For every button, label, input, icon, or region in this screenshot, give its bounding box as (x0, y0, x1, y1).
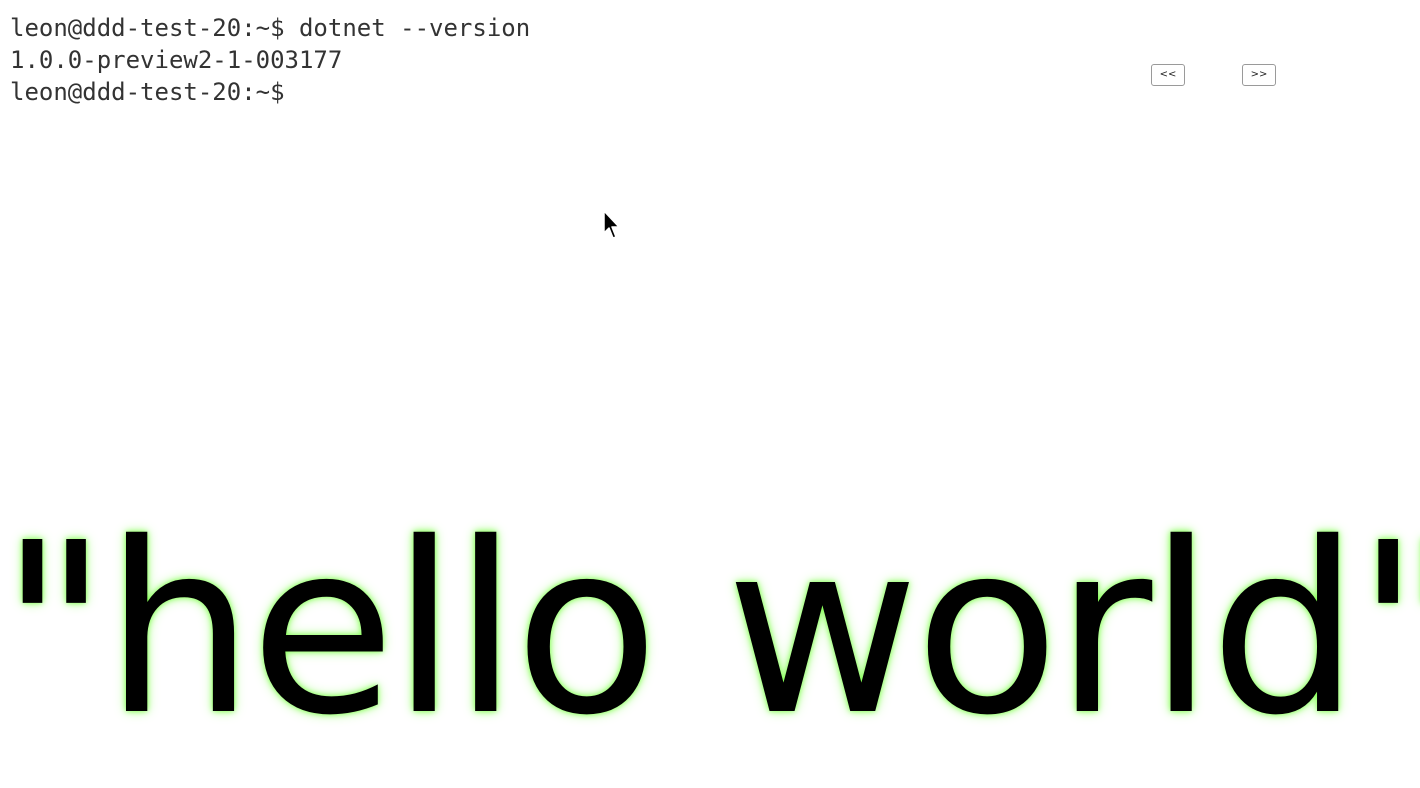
terminal-line-prompt: leon@ddd-test-20:~$ (10, 78, 285, 106)
mouse-pointer-icon (603, 210, 620, 239)
previous-slide-button[interactable]: << (1151, 64, 1185, 86)
hello-world-headline: "hello world" (0, 492, 1420, 767)
next-slide-button[interactable]: >> (1242, 64, 1276, 86)
terminal-line-output: 1.0.0-preview2-1-003177 (10, 46, 343, 74)
terminal-line-command: leon@ddd-test-20:~$ dotnet --version (10, 14, 531, 42)
terminal-output: leon@ddd-test-20:~$ dotnet --version 1.0.… (10, 12, 530, 108)
